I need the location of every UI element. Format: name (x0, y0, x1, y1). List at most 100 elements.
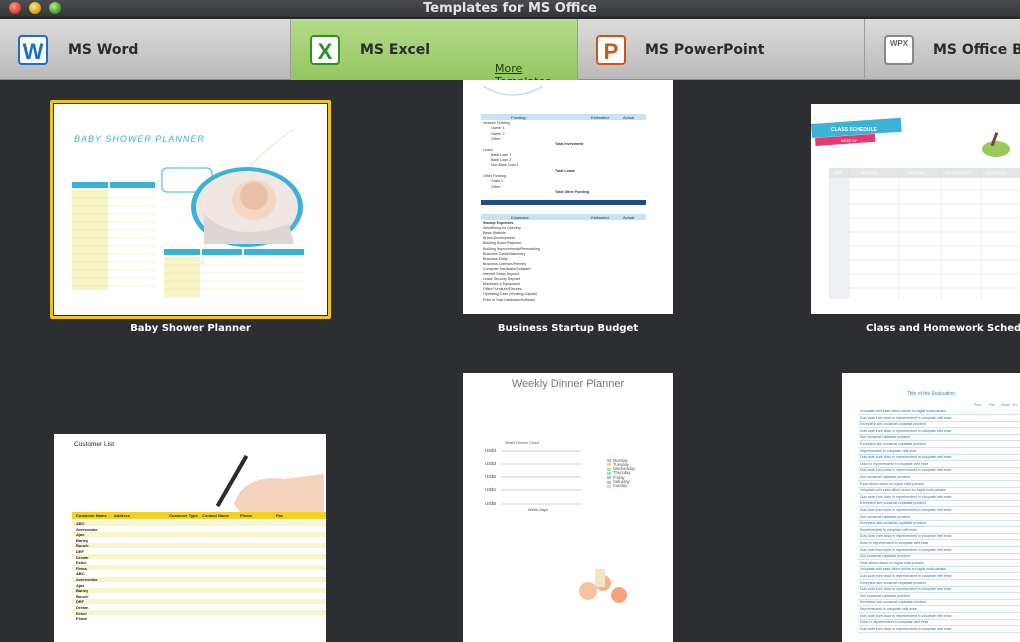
tab-ms-powerpoint[interactable]: P MS PowerPoint (578, 19, 865, 80)
template-thumbnail[interactable]: BABY SHOWER PLANNER (54, 104, 327, 315)
row-band (72, 531, 326, 537)
evaluation-row: Voluptate velit esse cillum dolore eu fu… (860, 409, 947, 413)
row-band (72, 542, 326, 548)
customer-column-header: Customer Name (76, 513, 107, 518)
schedule-subtitle: WEEK OF (841, 139, 858, 143)
evaluation-row: Excepteur sint occaecat cupidatat proide… (860, 521, 926, 526)
row-band (72, 565, 326, 571)
y-tick: US$1 (485, 487, 497, 492)
customer-row: Dream (76, 554, 89, 560)
evaluation-row: Duis aute irure dolor in reprehenderit i… (860, 626, 952, 631)
template-thumbnail[interactable]: Weekly Dinner Planner Week Dinner Chart … (463, 373, 673, 642)
evaluation-row: Duis aute irure dolor in reprehenderit i… (860, 494, 952, 499)
template-caption: Class and Homework Schedul (866, 323, 1020, 334)
expenses-estimated-header: Estimated (591, 215, 609, 220)
app-tab-bar: W MS Word X MS Excel More Templates P MS… (0, 19, 1020, 88)
template-caption: Business Startup Budget (497, 323, 639, 334)
y-tick: US$0 (485, 501, 497, 506)
tab-ms-excel[interactable]: X MS Excel More Templates (291, 19, 578, 88)
expense-row: Point of Sale Hardware/Software (483, 297, 536, 302)
expense-row: Internet Setup Deposit (483, 272, 519, 276)
funding-row: Bank Loan 1 (491, 152, 512, 157)
schedule-banner: CLASS SCHEDULE (831, 127, 877, 133)
expense-row: Machines & Equipment (483, 282, 520, 287)
evaluation-row: Sint occaecat cupidatat proident (860, 593, 910, 598)
expense-row: Business Cards/Stationery (483, 251, 526, 256)
tab-label: MS PowerPoint (645, 42, 765, 58)
expense-row: Business Licenses/Permits (483, 261, 526, 266)
dinner-chart (501, 450, 627, 603)
template-thumbnail[interactable]: Title of the Evaluation Poor Fair Good Ex V… (842, 373, 1020, 642)
funding-row: Total Funding (555, 195, 579, 200)
funding-row: Total Loans (555, 168, 575, 173)
row-band (72, 587, 326, 593)
customer-row: Barley (76, 588, 89, 594)
funding-row: Total Other Funding (555, 189, 590, 194)
office-bundle-icon: WPX (884, 35, 914, 65)
funding-row: Non Bank Loan 1 (491, 163, 519, 168)
funding-row: Other Funding (483, 174, 506, 178)
funding-actual-header: Actual (623, 115, 635, 120)
legend-swatch (607, 484, 611, 488)
evaluation-row: Excepteur sint occaecat cupidatat proide… (860, 501, 926, 506)
template-thumbnail[interactable]: CLASS SCHEDULE WEEK OF TIME MONDAY TUESD… (811, 104, 1020, 314)
customer-column-header: Address (114, 513, 131, 518)
evaluation-row-divider (858, 631, 1020, 633)
legend-swatch (607, 471, 611, 475)
row-band (72, 554, 326, 560)
tab-ms-office-bundle[interactable]: WPX MS Office Bun (865, 19, 1020, 80)
evaluation-row: Reprehenderit in voluptate velit esse (860, 607, 917, 611)
expense-row: Business Entity (483, 256, 508, 261)
customer-row: Finna (76, 565, 87, 571)
evaluation-heading: Title of the Evaluation (907, 391, 955, 397)
evaluation-row: Dolor in reprehenderit in voluptate veli… (860, 461, 929, 466)
evaluation-column-header: Good (1001, 403, 1010, 407)
tab-label: MS Word (68, 42, 139, 58)
evaluation-row: Esse cillum dolore eu fugiat nulla paria… (860, 560, 925, 565)
evaluation-column-header: Ex (1013, 403, 1018, 407)
y-tick: US$3 (485, 461, 497, 466)
evaluation-row: Excepteur sint occaecat cupidatat proide… (860, 600, 926, 605)
row-band (72, 520, 326, 526)
x-axis-label: Week days (528, 507, 548, 512)
window-title: Templates for MS Office (423, 1, 597, 16)
funding-row: Total Investment (555, 142, 584, 147)
evaluation-row: Excepteur sint occaecat cupidatat proide… (860, 580, 926, 585)
funding-row: Bank Loan 2 (491, 158, 512, 163)
expense-row: Building Improvements/Remodeling (483, 246, 540, 251)
funding-row: Owner 2 (491, 131, 505, 136)
funding-row: Loans (483, 147, 493, 152)
evaluation-row: Voluptate velit esse cillum dolore eu fu… (860, 488, 947, 493)
day-header: THURSDAY (985, 170, 1007, 175)
evaluation-row: Duis aute irure dolor in reprehenderit i… (860, 415, 952, 420)
y-tick: US$4 (485, 448, 497, 453)
funding-estimated-header: Estimated (591, 115, 609, 120)
evaluation-row: Duis aute irure dolor in reprehenderit i… (860, 534, 952, 539)
expense-row: Startup Expenses (483, 221, 514, 225)
evaluation-row: Duis aute irure dolor in reprehenderit i… (860, 455, 952, 460)
evaluation-row: Duis aute irure dolor in reprehenderit i… (860, 547, 952, 552)
powerpoint-icon: P (596, 35, 626, 65)
customer-column-header: Phone (240, 513, 253, 518)
tab-ms-word[interactable]: W MS Word (0, 19, 291, 80)
excel-icon: X (310, 35, 340, 65)
customer-column-header: Contact Name (202, 513, 229, 518)
row-band (72, 576, 326, 582)
customer-column-header: Fax (276, 513, 283, 518)
funding-row: Grant 1 (491, 179, 503, 184)
template-thumbnail[interactable]: Funding Estimated Actual Investor Fundin… (463, 80, 673, 314)
customer-row: Avercombe (76, 577, 98, 582)
evaluation-row: Duis aute irure dolor in reprehenderit i… (860, 574, 952, 578)
evaluation-row: Duis aute irure dolor in reprehenderit i… (860, 587, 952, 592)
expenses-actual-header: Actual (623, 215, 635, 220)
evaluation-column-header: Poor (974, 403, 982, 407)
template-thumbnail[interactable]: Customer List Customer Name Address Custom… (54, 434, 326, 642)
evaluation-row: Voluptate velit esse cillum dolore eu fu… (860, 567, 947, 572)
evaluation-row: Dolor in reprehenderit in voluptate veli… (860, 541, 929, 545)
evaluation-row: Reprehenderit in voluptate velit esse (860, 527, 917, 532)
expense-row: Building Down Payment (483, 241, 522, 246)
evaluation-row: Sint occaecat cupidatat proident (860, 514, 910, 519)
expense-row: Operating Cash (Working Capital) (483, 292, 537, 297)
legend-swatch (607, 480, 611, 484)
evaluation-row: Esse cillum dolore eu fugiat nulla paria… (860, 481, 925, 486)
